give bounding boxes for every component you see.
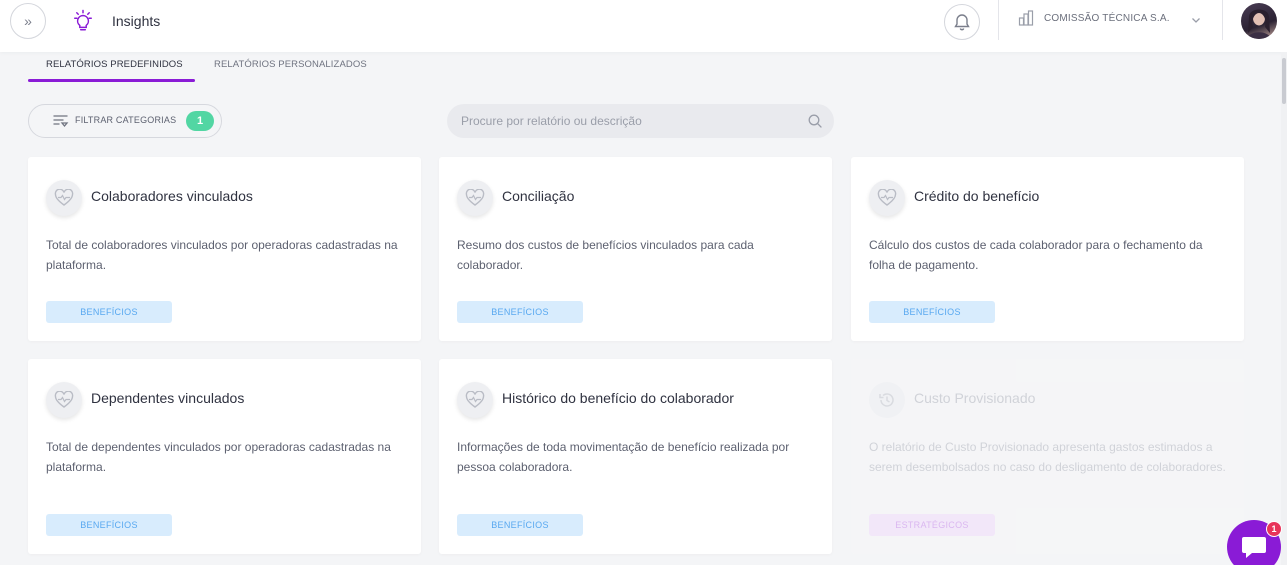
filter-list-icon: [53, 115, 69, 128]
category-tag: BENEFÍCIOS: [869, 301, 995, 323]
category-tag: BENEFÍCIOS: [46, 301, 172, 323]
card-icon-badge: [869, 382, 905, 418]
category-tag: BENEFÍCIOS: [457, 514, 583, 536]
card-description: Informações de toda movimentação de bene…: [457, 440, 790, 474]
card-title: Custo Provisionado: [914, 390, 1036, 406]
avatar-image: [1247, 9, 1271, 39]
heart-pulse-icon: [465, 189, 485, 206]
card-description: Total de colaboradores vinculados por op…: [46, 238, 398, 272]
company-selector[interactable]: COMISSÃO TÉCNICA S.A.: [1018, 10, 1170, 26]
card-icon-badge: [457, 180, 493, 216]
header-divider: [1222, 0, 1223, 40]
top-bar: » Insights COMISSÃO TÉCNICA S.A.: [0, 0, 1287, 52]
scrollbar-thumb[interactable]: [1282, 58, 1286, 104]
heart-pulse-icon: [877, 189, 897, 206]
double-chevron-right-icon: »: [24, 13, 32, 29]
chevron-down-icon[interactable]: [1190, 14, 1202, 26]
chat-bubble-icon: [1242, 537, 1266, 558]
heart-pulse-icon: [54, 391, 74, 408]
report-card-dependentes-vinculados[interactable]: Dependentes vinculados Total de dependen…: [28, 359, 421, 554]
card-title: Colaboradores vinculados: [91, 188, 253, 204]
report-card-credito-do-beneficio[interactable]: Crédito do benefício Cálculo dos custos …: [851, 157, 1244, 341]
card-description: Cálculo dos custos de cada colaborador p…: [869, 238, 1203, 272]
report-card-historico-do-beneficio[interactable]: Histórico do benefício do colaborador In…: [439, 359, 832, 554]
filter-count-badge: 1: [186, 111, 214, 131]
building-icon: [1018, 10, 1034, 26]
filter-categories-button[interactable]: FILTRAR CATEGORIAS 1: [28, 104, 222, 138]
tab-predefined-reports[interactable]: RELATÓRIOS PREDEFINIDOS: [46, 59, 183, 70]
expand-sidebar-button[interactable]: »: [10, 3, 46, 39]
category-tag: BENEFÍCIOS: [457, 301, 583, 323]
tab-custom-reports[interactable]: RELATÓRIOS PERSONALIZADOS: [214, 59, 367, 70]
report-card-custo-provisionado[interactable]: Custo Provisionado O relatório de Custo …: [851, 359, 1244, 554]
app-title: Insights: [112, 13, 161, 29]
header-divider: [998, 0, 999, 40]
chat-notification-badge: 1: [1266, 521, 1282, 537]
card-title: Crédito do benefício: [914, 188, 1040, 204]
category-tag: ESTRATÉGICOS: [869, 514, 995, 536]
report-card-conciliacao[interactable]: Conciliação Resumo dos custos de benefíc…: [439, 157, 832, 341]
bell-icon: [954, 14, 970, 31]
active-tab-indicator: [28, 79, 195, 82]
card-description: O relatório de Custo Provisionado aprese…: [869, 440, 1226, 474]
heart-pulse-icon: [465, 391, 485, 408]
card-description: Resumo dos custos de benefícios vinculad…: [457, 238, 754, 272]
card-title: Conciliação: [502, 188, 575, 204]
card-description: Total de dependentes vinculados por oper…: [46, 440, 391, 474]
search-input[interactable]: [447, 104, 834, 138]
scrollbar-track[interactable]: [1281, 52, 1287, 565]
user-avatar[interactable]: [1241, 3, 1277, 39]
search-icon[interactable]: [808, 114, 822, 128]
card-icon-badge: [46, 382, 82, 418]
card-title: Dependentes vinculados: [91, 390, 245, 406]
card-title: Histórico do benefício do colaborador: [502, 390, 734, 406]
company-name: COMISSÃO TÉCNICA S.A.: [1044, 12, 1170, 24]
filter-label: FILTRAR CATEGORIAS: [75, 115, 177, 125]
notifications-button[interactable]: [944, 4, 980, 40]
history-icon: [879, 393, 894, 407]
category-tag: BENEFÍCIOS: [46, 514, 172, 536]
heart-pulse-icon: [54, 189, 74, 206]
lightbulb-icon: [74, 9, 92, 31]
card-icon-badge: [46, 180, 82, 216]
search-bar: [447, 104, 834, 138]
card-icon-badge: [869, 180, 905, 216]
card-icon-badge: [457, 382, 493, 418]
report-card-colaboradores-vinculados[interactable]: Colaboradores vinculados Total de colabo…: [28, 157, 421, 341]
